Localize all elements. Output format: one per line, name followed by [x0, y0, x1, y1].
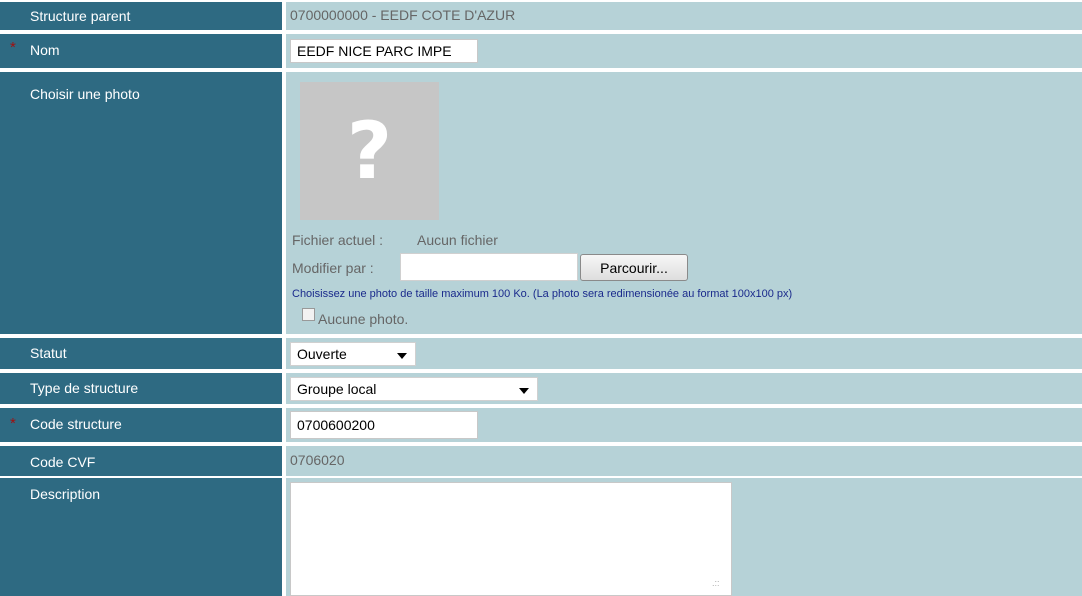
type-structure-selected-value: Groupe local — [297, 381, 377, 397]
value-cell — [286, 408, 1082, 442]
structure-parent-label: Structure parent — [30, 8, 131, 24]
nom-label: Nom — [30, 42, 60, 58]
required-star-icon: * — [10, 415, 16, 432]
type-structure-select[interactable]: Groupe local — [290, 377, 538, 401]
statut-label: Statut — [30, 345, 67, 361]
row-photo: Choisir une photo ? Fichier actuel : Auc… — [0, 72, 1082, 334]
photo-file-input[interactable] — [400, 253, 578, 281]
value-cell: .:: — [286, 478, 1082, 596]
row-statut: Statut Ouverte — [0, 338, 1082, 369]
description-textarea[interactable] — [290, 482, 732, 596]
code-cvf-value: 0706020 — [290, 452, 345, 468]
label-cell: * Nom — [0, 34, 282, 68]
structure-parent-value: 0700000000 - EEDF COTE D'AZUR — [290, 7, 516, 23]
label-cell: * Code structure — [0, 408, 282, 442]
code-structure-label: Code structure — [30, 416, 122, 432]
code-structure-input[interactable] — [290, 411, 478, 439]
current-file-label: Fichier actuel : — [292, 232, 384, 248]
row-code-structure: * Code structure — [0, 408, 1082, 442]
photo-placeholder: ? — [300, 82, 439, 220]
label-cell: Choisir une photo — [0, 72, 282, 334]
statut-selected-value: Ouverte — [297, 346, 347, 362]
value-cell: ? Fichier actuel : Aucun fichier Modifie… — [286, 72, 1082, 334]
browse-button-label: Parcourir... — [600, 260, 668, 276]
no-photo-checkbox[interactable] — [302, 308, 315, 321]
browse-button[interactable]: Parcourir... — [580, 254, 688, 281]
chevron-down-icon — [397, 353, 407, 359]
no-photo-label: Aucune photo. — [318, 311, 409, 327]
statut-select[interactable]: Ouverte — [290, 342, 416, 366]
label-cell: Description — [0, 478, 282, 596]
label-cell: Type de structure — [0, 373, 282, 404]
nom-input[interactable] — [290, 39, 478, 63]
row-type-structure: Type de structure Groupe local — [0, 373, 1082, 404]
label-cell: Code CVF — [0, 446, 282, 476]
photo-label: Choisir une photo — [30, 86, 140, 102]
modify-by-label: Modifier par : — [292, 260, 374, 276]
chevron-down-icon — [519, 388, 529, 394]
value-cell — [286, 34, 1082, 68]
type-structure-label: Type de structure — [30, 380, 139, 396]
photo-hint: Choisissez une photo de taille maximum 1… — [292, 288, 793, 300]
row-description: Description .:: — [0, 478, 1082, 596]
value-cell: Groupe local — [286, 373, 1082, 404]
description-label: Description — [30, 486, 101, 502]
row-code-cvf: Code CVF 0706020 — [0, 446, 1082, 476]
required-star-icon: * — [10, 39, 16, 56]
current-file-value: Aucun fichier — [417, 232, 498, 248]
label-cell: Statut — [0, 338, 282, 369]
question-mark-icon: ? — [346, 107, 393, 197]
value-cell: 0706020 — [286, 446, 1082, 476]
value-cell: 0700000000 - EEDF COTE D'AZUR — [286, 2, 1082, 30]
row-nom: * Nom — [0, 34, 1082, 68]
resize-handle-icon[interactable]: .:: — [712, 578, 720, 588]
code-cvf-label: Code CVF — [30, 454, 96, 470]
value-cell: Ouverte — [286, 338, 1082, 369]
label-cell: Structure parent — [0, 2, 282, 30]
row-structure-parent: Structure parent 0700000000 - EEDF COTE … — [0, 2, 1082, 30]
